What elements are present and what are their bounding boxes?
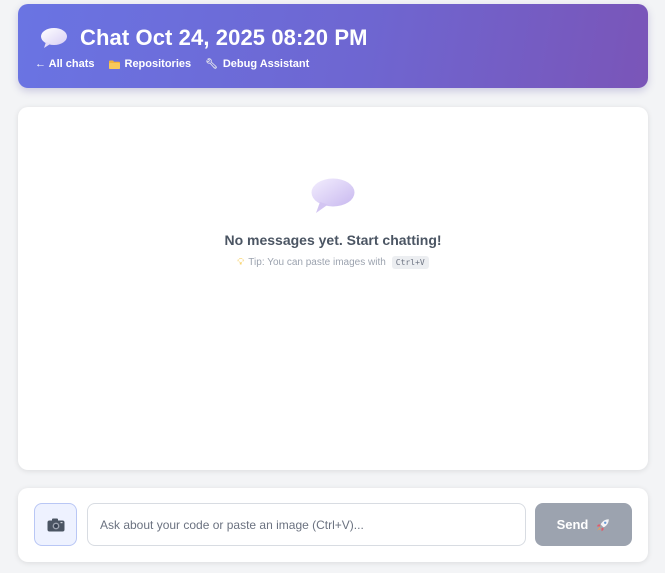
chat-header: Chat Oct 24, 2025 08:20 PM ← All chats R… <box>18 4 648 88</box>
breadcrumb: ← All chats Repositories 🔧︎ Debug Assist… <box>35 58 309 70</box>
wrench-icon: 🔧︎ <box>205 58 218 70</box>
message-input[interactable] <box>87 503 526 546</box>
speech-bubble-icon <box>310 177 356 215</box>
page-title: Chat Oct 24, 2025 08:20 PM <box>80 25 368 50</box>
messages-panel: No messages yet. Start chatting! 💡︎ Tip:… <box>18 107 648 470</box>
send-label: Send <box>556 517 589 532</box>
back-to-all-chats-link[interactable]: ← All chats <box>35 58 95 70</box>
repositories-link[interactable]: Repositories <box>108 58 192 70</box>
debug-assistant-link[interactable]: 🔧︎ Debug Assistant <box>205 58 309 70</box>
lightbulb-icon: 💡︎ <box>237 257 245 268</box>
tip-text: Tip: You can paste images with <box>248 257 386 268</box>
folder-icon <box>108 60 120 69</box>
send-button[interactable]: Send <box>535 503 632 546</box>
breadcrumb-label: ← All chats <box>35 58 95 70</box>
breadcrumb-label: Repositories <box>124 58 192 70</box>
title-row: Chat Oct 24, 2025 08:20 PM <box>40 23 368 53</box>
empty-state-title: No messages yet. Start chatting! <box>224 232 442 248</box>
rocket-icon <box>596 518 610 532</box>
speech-bubble-icon <box>40 27 68 49</box>
composer-bar: Send <box>18 488 648 562</box>
paste-tip: 💡︎ Tip: You can paste images with Ctrl+V <box>237 256 429 269</box>
camera-icon <box>47 518 65 532</box>
attach-image-button[interactable] <box>34 503 77 546</box>
keyboard-shortcut: Ctrl+V <box>391 256 429 269</box>
empty-state: No messages yet. Start chatting! 💡︎ Tip:… <box>18 177 648 269</box>
breadcrumb-label: Debug Assistant <box>222 58 310 70</box>
